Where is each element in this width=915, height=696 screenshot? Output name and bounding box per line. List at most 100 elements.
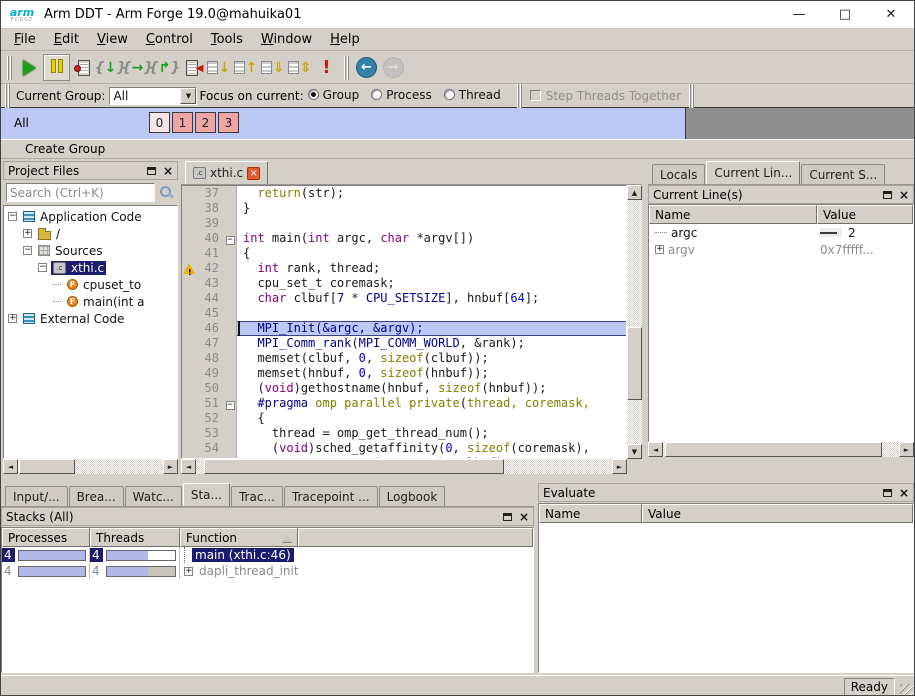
run-button[interactable] <box>16 54 43 81</box>
menu-edit[interactable]: Edit <box>45 30 88 49</box>
scroll-thumb[interactable] <box>204 459 504 474</box>
tab-trac[interactable]: Trac... <box>231 486 283 506</box>
code-line-45[interactable]: 45 <box>182 306 626 321</box>
toolbar-handle[interactable] <box>344 56 349 80</box>
editor-vscrollbar[interactable] <box>627 185 642 459</box>
minimize-button[interactable]: — <box>776 1 822 28</box>
close-panel-icon[interactable] <box>899 488 909 498</box>
add-breakpoint-button[interactable] <box>70 54 97 81</box>
resize-grip[interactable] <box>900 684 913 696</box>
float-panel-icon[interactable] <box>883 489 892 497</box>
tree-item-external-code[interactable]: +External Code <box>4 310 177 327</box>
toolbar-handle[interactable] <box>517 84 522 108</box>
expander-icon[interactable]: − <box>38 263 47 272</box>
tab-logbook[interactable]: Logbook <box>379 486 446 506</box>
code-line-39[interactable]: 39 <box>182 216 626 231</box>
tree-item-sources[interactable]: −Sources <box>4 242 177 259</box>
process-box-3[interactable]: 3 <box>218 112 239 133</box>
stop-button[interactable]: ! <box>313 54 340 81</box>
variable-row-argv[interactable]: +argv0x7fffff... <box>649 241 913 258</box>
scroll-up-icon[interactable] <box>627 185 642 200</box>
code-line-38[interactable]: 38} <box>182 201 626 216</box>
back-button[interactable]: ← <box>353 54 380 81</box>
code-line-43[interactable]: 43 cpu_set_t coremask; <box>182 276 626 291</box>
menu-control[interactable]: Control <box>137 30 202 49</box>
code-line-46[interactable]: 46 MPI_Init(&argc, &argv); <box>182 321 626 336</box>
menu-help[interactable]: Help <box>321 30 369 49</box>
column-threads[interactable]: Threads <box>90 528 180 547</box>
tab-brea[interactable]: Brea... <box>69 486 124 506</box>
tree-item-xthi-c[interactable]: −xthi.c <box>4 259 177 276</box>
chevron-down-icon[interactable] <box>180 88 196 104</box>
step-out-button[interactable]: {↱} <box>151 54 178 81</box>
tab-sta[interactable]: Sta... <box>183 483 230 506</box>
code-line-44[interactable]: 44 char clbuf[7 * CPU_SETSIZE], hnbuf[64… <box>182 291 626 306</box>
code-line-54[interactable]: 54 (void)sched_getaffinity(0, sizeof(cor… <box>182 441 626 456</box>
column-value[interactable]: Value <box>642 504 913 523</box>
float-panel-icon[interactable] <box>147 167 156 175</box>
variables-hscrollbar[interactable] <box>648 442 914 457</box>
down-stack-frame-button[interactable]: ↓ <box>205 54 232 81</box>
menu-file[interactable]: File <box>5 30 45 49</box>
close-panel-icon[interactable] <box>519 512 529 522</box>
process-box-1[interactable]: 1 <box>172 112 193 133</box>
menu-view[interactable]: View <box>88 30 137 49</box>
code-line-47[interactable]: 47 MPI_Comm_rank(MPI_COMM_WORLD, &rank); <box>182 336 626 351</box>
scroll-right-icon[interactable] <box>899 442 914 457</box>
tree-item-main-int-a[interactable]: main(int a <box>4 293 177 310</box>
scroll-right-icon[interactable] <box>163 459 178 474</box>
close-panel-icon[interactable] <box>899 190 909 200</box>
float-panel-icon[interactable] <box>883 191 892 199</box>
expander-icon[interactable]: + <box>8 314 17 323</box>
code-line-51[interactable]: 51− #pragma omp parallel private(thread,… <box>182 396 626 411</box>
up-stack-frame-button[interactable]: ↑ <box>232 54 259 81</box>
expander-icon[interactable]: + <box>655 245 664 254</box>
tab-xthi-c[interactable]: xthi.c <box>185 161 268 184</box>
stack-row-main-xthi-c-46[interactable]: 44main (xthi.c:46) <box>2 547 533 563</box>
fold-icon[interactable]: − <box>226 236 235 245</box>
column-value[interactable]: Value <box>817 205 913 224</box>
close-panel-icon[interactable] <box>163 166 173 176</box>
maximize-button[interactable]: □ <box>822 1 868 28</box>
fold-icon[interactable]: − <box>226 401 235 410</box>
code-line-52[interactable]: 52 { <box>182 411 626 426</box>
column-function[interactable]: Function <box>180 528 298 547</box>
tree-item-[interactable]: +/ <box>4 225 177 242</box>
tab-current-s[interactable]: Current S... <box>801 164 885 184</box>
close-tab-icon[interactable] <box>247 167 260 180</box>
column-name[interactable]: Name <box>539 504 642 523</box>
code-line-40[interactable]: 40−int main(int argc, char *argv[]) <box>182 231 626 246</box>
search-icon[interactable] <box>158 185 175 201</box>
pause-button[interactable] <box>43 54 70 81</box>
code-line-48[interactable]: 48 memset(clbuf, 0, sizeof(clbuf)); <box>182 351 626 366</box>
code-line-50[interactable]: 50 (void)gethostname(hnbuf, sizeof(hnbuf… <box>182 381 626 396</box>
editor-hscrollbar[interactable] <box>181 459 627 474</box>
expander-icon[interactable]: + <box>184 567 193 576</box>
process-box-0[interactable]: 0 <box>149 112 170 133</box>
step-threads-together-checkbox[interactable]: Step Threads Together <box>530 89 681 103</box>
tree-item-application-code[interactable]: −Application Code <box>4 208 177 225</box>
scroll-left-icon[interactable] <box>648 442 663 457</box>
tab-watc[interactable]: Watc... <box>125 486 182 506</box>
create-group-bar[interactable]: Create Group <box>1 139 914 159</box>
expander-icon[interactable]: + <box>23 229 32 238</box>
menu-tools[interactable]: Tools <box>202 30 252 49</box>
code-line-37[interactable]: 37 return(str); <box>182 186 626 201</box>
align-stacks-button[interactable]: ⇕ <box>286 54 313 81</box>
menu-window[interactable]: Window <box>252 30 321 49</box>
code-line-49[interactable]: 49 memset(hnbuf, 0, sizeof(hnbuf)); <box>182 366 626 381</box>
radio-thread[interactable]: Thread <box>444 88 501 102</box>
stack-row-dapli-thread-init[interactable]: 44+dapli_thread_init <box>2 563 533 579</box>
tab-locals[interactable]: Locals <box>652 164 705 184</box>
scroll-left-icon[interactable] <box>181 459 196 474</box>
column-processes[interactable]: Processes <box>2 528 90 547</box>
tab-input[interactable]: Input/... <box>5 486 68 506</box>
code-area[interactable]: 37 return(str);38}3940−int main(int argc… <box>181 185 627 459</box>
scroll-left-icon[interactable] <box>3 459 18 474</box>
radio-process[interactable]: Process <box>371 88 432 102</box>
process-group-row-all[interactable]: All 0123 <box>1 108 914 139</box>
float-panel-icon[interactable] <box>503 513 512 521</box>
tab-current-lin[interactable]: Current Lin... <box>706 161 800 184</box>
scroll-thumb[interactable] <box>19 459 74 474</box>
close-button[interactable]: ✕ <box>868 1 914 28</box>
